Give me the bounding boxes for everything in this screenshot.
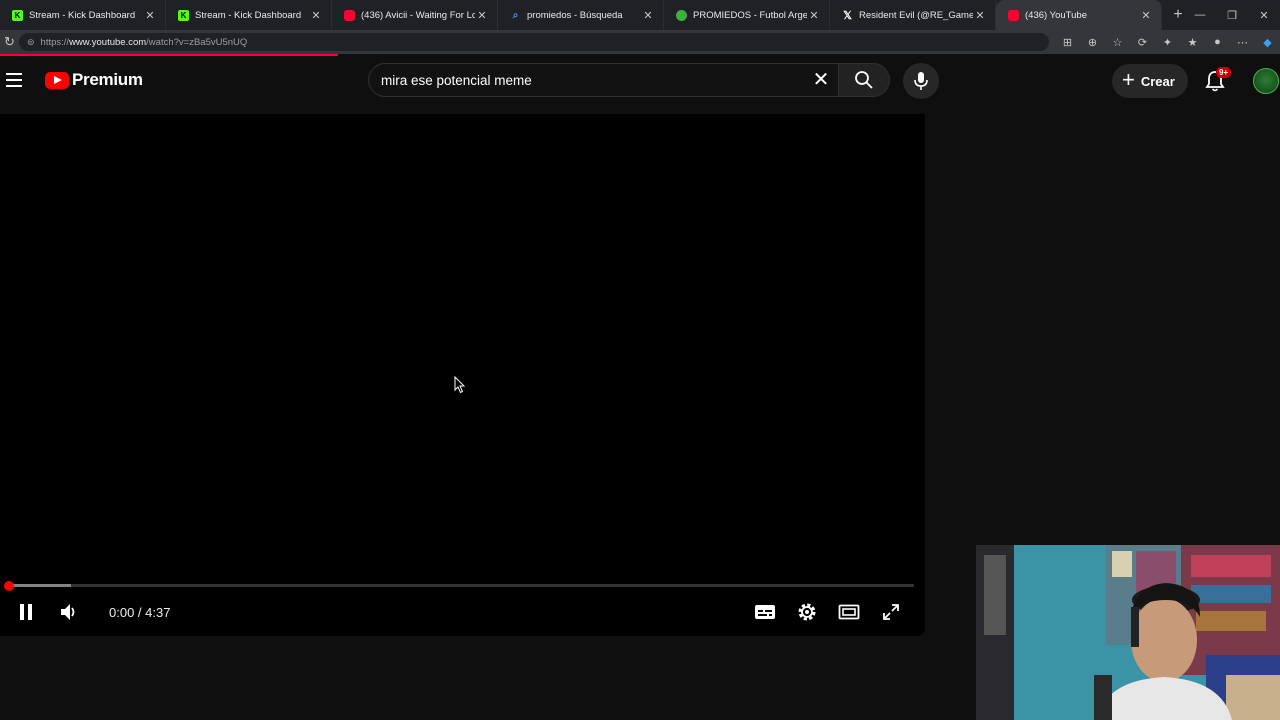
browser-tab-strip: K Stream - Kick Dashboard ✕ K Stream - K… (0, 0, 1280, 30)
close-tab-icon[interactable]: ✕ (143, 9, 157, 22)
volume-icon (61, 604, 75, 620)
microphone-icon (914, 72, 928, 90)
search-icon (855, 71, 873, 89)
search-box: ✕ (368, 63, 840, 97)
tab-title: PROMIEDOS - Futbol Argentino - (693, 9, 807, 21)
progress-scrubber-handle[interactable] (4, 581, 14, 591)
close-tab-icon[interactable]: ✕ (641, 9, 655, 22)
mute-button[interactable] (56, 598, 82, 626)
youtube-icon (344, 9, 355, 21)
address-bar-row: ↻ ⊜ https://www.youtube.com/watch?v=zBa5… (0, 30, 1280, 54)
brand-label: Premium (72, 70, 143, 89)
gear-icon (798, 603, 816, 621)
browser-tab[interactable]: ⌕ promiedos - Búsqueda ✕ (498, 0, 664, 30)
fullscreen-icon (883, 604, 899, 620)
create-button[interactable]: + Crear (1112, 64, 1188, 98)
hamburger-icon (6, 79, 22, 81)
plus-icon: + (1122, 67, 1135, 92)
x-icon: 𝕏 (843, 9, 852, 22)
reload-icon[interactable]: ↻ (0, 34, 19, 50)
hamburger-icon (6, 73, 22, 75)
account-avatar[interactable] (1253, 68, 1279, 94)
video-player[interactable]: 0:00 / 4:37 (0, 114, 925, 636)
tab-title: (436) YouTube (1025, 9, 1087, 21)
create-label: Crear (1140, 73, 1175, 89)
site-info-icon[interactable]: ⊜ (27, 37, 35, 48)
youtube-header: Premium ✕ + Crear (0, 56, 1280, 106)
close-window-icon[interactable]: ✕ (1248, 9, 1280, 22)
webcam-feed-image (976, 545, 1280, 720)
voice-search-button[interactable] (903, 63, 939, 99)
tab-title: (436) Avicii - Waiting For Love (Ly (361, 9, 475, 21)
url-prefix: https:// (40, 36, 70, 48)
youtube-logo-icon (45, 71, 69, 89)
url-path: /watch?v=zBa5vU5nUQ (146, 36, 248, 48)
theater-mode-button[interactable] (836, 598, 862, 626)
browser-tab[interactable]: 𝕏 Resident Evil (@RE_Games) / X ✕ (830, 0, 996, 30)
tab-title: promiedos - Búsqueda (527, 9, 623, 21)
browser-tab[interactable]: K Stream - Kick Dashboard ✕ (166, 0, 332, 30)
hamburger-icon (6, 85, 22, 87)
window-controls: — ❐ ✕ (1184, 0, 1280, 30)
time-display: 0:00 / 4:37 (109, 605, 171, 620)
favorites-icon[interactable]: ★ (1180, 36, 1205, 49)
kick-icon: K (12, 9, 23, 21)
minimize-icon[interactable]: — (1184, 9, 1216, 21)
close-tab-icon[interactable]: ✕ (1139, 9, 1153, 22)
url-host: www.youtube.com (69, 36, 147, 48)
copilot-icon[interactable]: ◆ (1255, 36, 1280, 49)
browser-tab[interactable]: (436) Avicii - Waiting For Love (Ly ✕ (332, 0, 498, 30)
youtube-premium-logo[interactable]: Premium (45, 70, 143, 90)
close-tab-icon[interactable]: ✕ (309, 9, 323, 22)
maximize-icon[interactable]: ❐ (1216, 9, 1248, 22)
browser-tab-active[interactable]: (436) YouTube ✕ (996, 0, 1162, 30)
mouse-cursor-icon (454, 376, 466, 394)
zoom-icon[interactable]: ⊕ (1080, 36, 1105, 49)
guide-menu-button[interactable] (2, 66, 26, 94)
search-button[interactable] (838, 63, 890, 97)
close-tab-icon[interactable]: ✕ (807, 9, 821, 22)
subtitles-button[interactable] (752, 598, 778, 626)
theater-mode-icon (838, 604, 860, 620)
subtitles-icon (755, 605, 775, 619)
tab-title: Resident Evil (@RE_Games) / X (859, 9, 973, 21)
search-input[interactable] (381, 64, 801, 96)
settings-button[interactable] (794, 598, 820, 626)
url-field[interactable]: ⊜ https://www.youtube.com/watch?v=zBa5vU… (19, 33, 1049, 51)
pause-button[interactable] (14, 598, 38, 626)
clear-search-icon[interactable]: ✕ (809, 68, 833, 92)
pause-icon (20, 604, 32, 620)
extensions-icon[interactable]: ✦ (1155, 36, 1180, 49)
tab-title: Stream - Kick Dashboard (195, 9, 302, 21)
favorite-star-icon[interactable]: ☆ (1105, 36, 1130, 49)
progress-buffered (8, 584, 72, 587)
close-tab-icon[interactable]: ✕ (973, 9, 987, 22)
tab-title: Stream - Kick Dashboard (29, 9, 136, 21)
notification-badge: 9+ (1216, 67, 1232, 78)
close-tab-icon[interactable]: ✕ (475, 9, 489, 22)
address-bar-tools: ⊞ ⊕ ☆ ⟳ ✦ ★ ● ⋯ ◆ (1055, 36, 1280, 49)
browser-tab[interactable]: K Stream - Kick Dashboard ✕ (0, 0, 166, 30)
kick-icon: K (178, 9, 189, 21)
search-icon: ⌕ (512, 9, 519, 21)
webcam-overlay (976, 545, 1280, 720)
app-available-icon[interactable]: ⊞ (1055, 36, 1080, 49)
profile-icon[interactable]: ● (1205, 36, 1230, 49)
promiedos-icon (676, 9, 687, 21)
fullscreen-button[interactable] (878, 598, 904, 626)
youtube-icon (1008, 9, 1019, 21)
browser-tab[interactable]: PROMIEDOS - Futbol Argentino - ✕ (664, 0, 830, 30)
progress-bar[interactable] (8, 584, 914, 587)
refresh-extension-icon[interactable]: ⟳ (1130, 36, 1155, 49)
more-menu-icon[interactable]: ⋯ (1230, 36, 1255, 49)
